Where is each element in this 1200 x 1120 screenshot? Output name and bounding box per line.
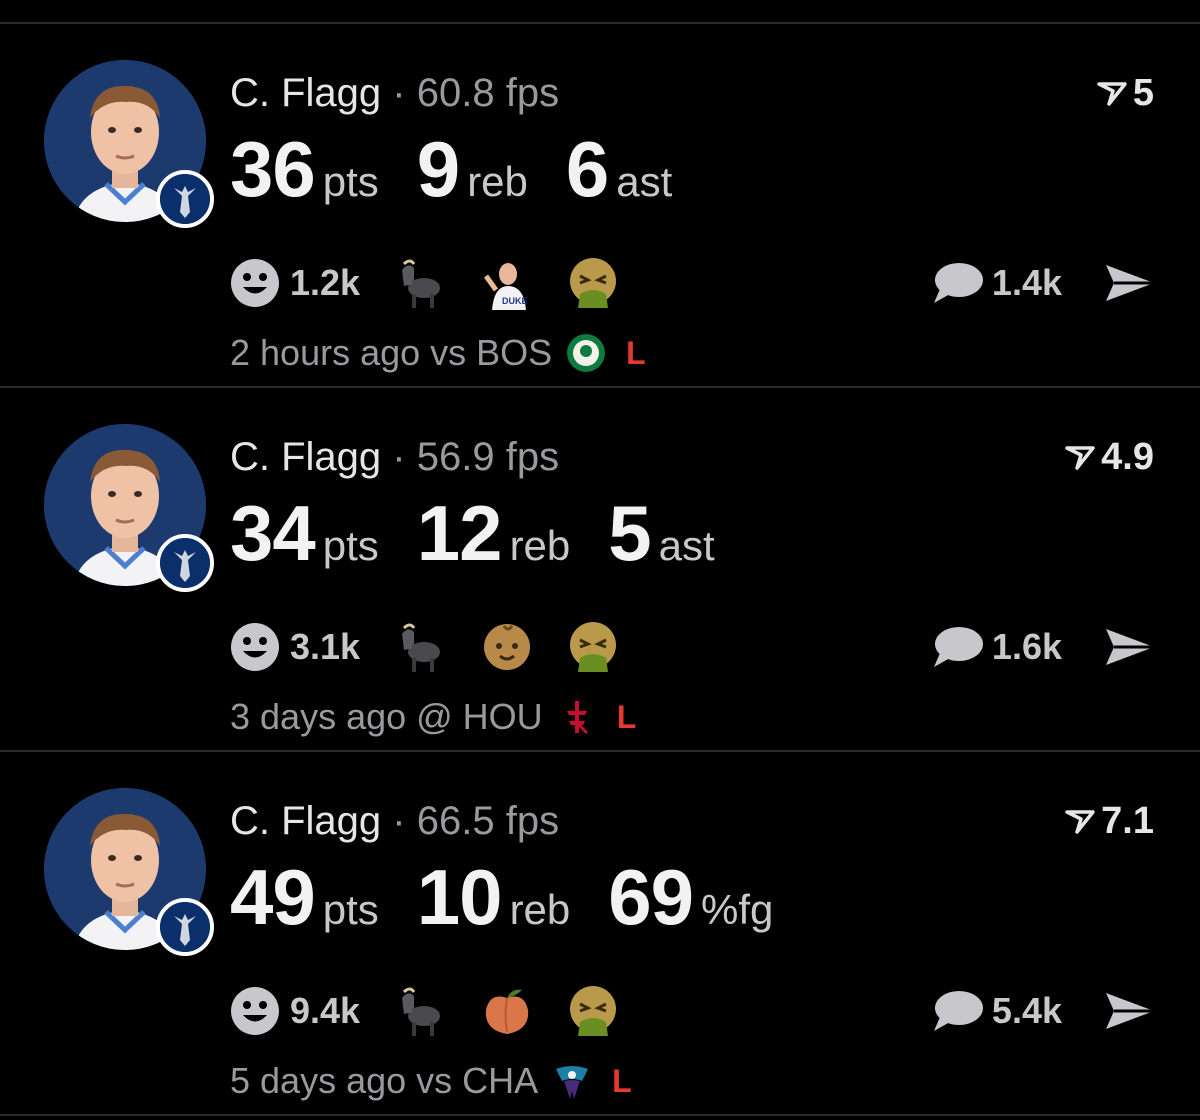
separator: · — [392, 435, 406, 479]
fps-score: 60.8 fps — [416, 71, 560, 115]
nauseated-face-icon[interactable] — [566, 984, 620, 1038]
rating[interactable]: 5 — [1097, 70, 1154, 116]
celtics-logo-icon — [567, 334, 606, 372]
stat-unit: ast — [658, 522, 715, 569]
smile-icon[interactable] — [230, 986, 280, 1036]
stat-unit: reb — [467, 158, 528, 205]
comment-count: 1.4k — [991, 262, 1062, 303]
player-name[interactable]: C. Flagg — [230, 799, 381, 843]
card-header: C. Flagg · 56.9 fps — [230, 434, 559, 480]
rating-value: 5 — [1132, 72, 1154, 114]
game-card[interactable]: C. Flagg · 66.5 fps 7.1 49 pts 10 reb 69… — [0, 752, 1200, 1114]
mavericks-logo-icon — [156, 170, 214, 228]
stat-value: 9 — [416, 125, 460, 213]
comments[interactable]: 1.4k — [932, 256, 1156, 310]
game-card[interactable]: C. Flagg · 60.8 fps 5 36 pts 9 reb 6 ast… — [0, 24, 1200, 386]
comment-icon — [933, 991, 983, 1031]
reaction-count: 3.1k — [290, 626, 361, 667]
baby-icon[interactable] — [480, 620, 534, 674]
rating-value: 4.9 — [1101, 436, 1154, 478]
stat-unit: %fg — [701, 886, 774, 933]
rating-icon — [1065, 810, 1095, 834]
rating-value: 7.1 — [1101, 800, 1154, 842]
card-header: C. Flagg · 60.8 fps — [230, 70, 559, 116]
player-photo-icon[interactable]: DUKE — [480, 256, 534, 310]
comments[interactable]: 5.4k — [932, 984, 1156, 1038]
game-result: L — [612, 1062, 632, 1099]
rockets-logo-icon — [566, 701, 588, 735]
reactions-bar: 3.1k — [230, 620, 652, 674]
mavericks-logo-icon — [156, 898, 214, 956]
stat-unit: reb — [509, 522, 571, 569]
rating-icon — [1065, 446, 1095, 470]
separator: · — [392, 71, 406, 115]
stat-line: 34 pts 12 reb 5 ast — [230, 488, 753, 579]
stat-value: 5 — [608, 489, 651, 577]
rating[interactable]: 7.1 — [1065, 798, 1154, 844]
goat-icon[interactable] — [394, 256, 448, 310]
comments[interactable]: 1.6k — [932, 620, 1156, 674]
stat-value: 6 — [565, 125, 609, 213]
stat-unit: pts — [322, 522, 379, 569]
reactions-bar: 9.4k — [230, 984, 652, 1038]
game-info: 2 hours ago vs BOS L — [230, 330, 646, 376]
stat-line: 49 pts 10 reb 69 %fg — [230, 852, 811, 943]
smile-icon[interactable] — [230, 622, 280, 672]
game-info: 5 days ago vs CHA L — [230, 1058, 632, 1104]
share-icon[interactable] — [1104, 625, 1156, 669]
hornets-logo-icon — [556, 1066, 589, 1099]
stat-unit: pts — [322, 886, 379, 933]
fps-score: 66.5 fps — [416, 799, 560, 843]
stat-unit: ast — [616, 158, 673, 205]
divider — [0, 1114, 1200, 1116]
nauseated-face-icon[interactable] — [566, 256, 620, 310]
comment-icon — [933, 263, 983, 303]
stat-value: 36 — [230, 125, 316, 213]
game-result: L — [616, 698, 637, 735]
stat-line: 36 pts 9 reb 6 ast — [230, 124, 710, 215]
smile-icon[interactable] — [230, 258, 280, 308]
rating[interactable]: 4.9 — [1065, 434, 1154, 480]
comment-count: 1.6k — [991, 626, 1062, 667]
stat-value: 10 — [416, 853, 503, 941]
share-icon[interactable] — [1104, 989, 1156, 1033]
game-card[interactable]: C. Flagg · 56.9 fps 4.9 34 pts 12 reb 5 … — [0, 388, 1200, 750]
stat-unit: reb — [509, 886, 571, 933]
stat-value: 49 — [230, 853, 316, 941]
share-icon[interactable] — [1104, 261, 1156, 305]
comment-icon — [933, 627, 983, 667]
svg-text:DUKE: DUKE — [502, 296, 528, 306]
stat-value: 34 — [230, 489, 316, 577]
goat-icon[interactable] — [394, 984, 448, 1038]
goat-icon[interactable] — [394, 620, 448, 674]
comment-count: 5.4k — [991, 990, 1062, 1031]
reactions-bar: 1.2k DUKE — [230, 256, 652, 310]
stat-value: 69 — [608, 853, 694, 941]
game-time: 5 days ago vs CHA — [230, 1060, 539, 1101]
game-result: L — [626, 334, 646, 371]
fps-score: 56.9 fps — [416, 435, 560, 479]
game-time: 3 days ago @ HOU — [230, 696, 543, 737]
rating-icon — [1097, 82, 1127, 106]
game-time: 2 hours ago vs BOS — [230, 332, 553, 373]
reaction-count: 9.4k — [290, 990, 361, 1031]
peach-icon[interactable] — [480, 984, 534, 1038]
card-header: C. Flagg · 66.5 fps — [230, 798, 559, 844]
separator: · — [392, 799, 406, 843]
reaction-count: 1.2k — [290, 262, 361, 303]
player-name[interactable]: C. Flagg — [230, 435, 381, 479]
game-info: 3 days ago @ HOU L — [230, 694, 636, 740]
player-name[interactable]: C. Flagg — [230, 71, 381, 115]
nauseated-face-icon[interactable] — [566, 620, 620, 674]
stat-value: 12 — [416, 489, 503, 577]
stat-unit: pts — [322, 158, 379, 205]
mavericks-logo-icon — [156, 534, 214, 592]
